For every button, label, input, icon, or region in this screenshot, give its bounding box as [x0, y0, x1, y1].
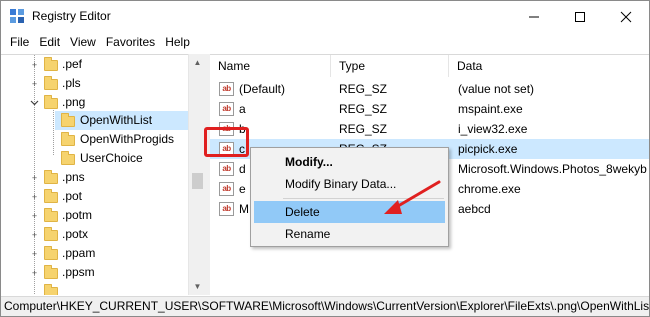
menu-file[interactable]: File [5, 32, 34, 52]
value-data: (value not set) [458, 82, 535, 96]
value-type: REG_SZ [339, 122, 388, 136]
folder-icon [44, 76, 58, 90]
string-value-icon: ab [219, 162, 234, 176]
tree-item-label: UserChoice [80, 151, 143, 165]
tree-item-label: .ppam [62, 246, 96, 260]
menu-bar: File Edit View Favorites Help [1, 32, 649, 52]
minimize-button[interactable] [511, 1, 557, 32]
expand-icon[interactable]: + [30, 211, 39, 221]
column-header-data[interactable]: Data [449, 55, 649, 77]
registry-editor-window: Registry Editor File Edit View Favorites… [0, 0, 650, 317]
tree-item-pot[interactable]: + .pot [1, 187, 189, 206]
tree-item-userchoice[interactable]: UserChoice [1, 149, 189, 168]
tree-item-ppam[interactable]: + .ppam [1, 244, 189, 263]
key-tree[interactable]: + .pef + .pls .png OpenWithList OpenWith… [1, 54, 205, 295]
folder-icon [44, 189, 58, 203]
column-header-type[interactable]: Type [331, 55, 449, 77]
tree-item-pef[interactable]: + .pef [1, 55, 189, 74]
tree-item-pns[interactable]: + .pns [1, 168, 189, 187]
tree-item-potm[interactable]: + .potm [1, 206, 189, 225]
folder-icon [44, 170, 58, 184]
expand-icon[interactable]: + [30, 268, 39, 278]
tree-item-potx[interactable]: + .potx [1, 225, 189, 244]
column-header-name[interactable]: Name [210, 55, 331, 77]
scroll-up-icon[interactable]: ▲ [189, 54, 206, 71]
table-row[interactable]: ab b REG_SZ i_view32.exe [210, 119, 649, 139]
string-value-icon: ab [219, 102, 234, 116]
folder-icon [61, 151, 75, 165]
value-data: mspaint.exe [458, 102, 523, 116]
window-title: Registry Editor [32, 9, 111, 23]
folder-icon [61, 132, 75, 146]
value-data: Microsoft.Windows.Photos_8wekyb [458, 162, 647, 176]
value-data: chrome.exe [458, 182, 521, 196]
menu-edit[interactable]: Edit [34, 32, 65, 52]
context-menu-rename[interactable]: Rename [254, 223, 445, 245]
registry-editor-icon [10, 9, 24, 23]
tree-item-label: .pns [62, 170, 85, 184]
context-menu-modify[interactable]: Modify... [254, 151, 445, 173]
tree-item-label: .pls [62, 76, 81, 90]
minimize-icon [529, 16, 539, 17]
table-row[interactable]: ab (Default) REG_SZ (value not set) [210, 79, 649, 99]
tree-item-pls[interactable]: + .pls [1, 74, 189, 93]
value-name: (Default) [239, 82, 286, 96]
string-value-icon: ab [219, 82, 234, 96]
tree-item-openwithlist[interactable]: OpenWithList [55, 111, 189, 130]
highlight-box [204, 127, 249, 157]
menu-favorites[interactable]: Favorites [101, 32, 160, 52]
value-data: picpick.exe [458, 142, 518, 156]
value-data: i_view32.exe [458, 122, 528, 136]
tree-item-label: .pef [62, 57, 83, 71]
annotation-arrow-icon [384, 180, 441, 214]
value-type: REG_SZ [339, 102, 388, 116]
folder-icon [44, 208, 58, 222]
folder-icon [44, 284, 58, 295]
folder-icon [44, 227, 58, 241]
tree-item-ppsm[interactable]: + .ppsm [1, 263, 189, 282]
folder-icon [44, 57, 58, 71]
tree-item-label: .pot [62, 189, 83, 203]
tree-item-png[interactable]: .png [1, 93, 189, 112]
folder-open-icon [44, 95, 58, 109]
title-bar[interactable]: Registry Editor [1, 1, 649, 32]
value-data: aebcd [458, 202, 491, 216]
value-type: REG_SZ [339, 82, 388, 96]
expand-icon[interactable]: + [30, 230, 39, 240]
scroll-down-icon[interactable]: ▼ [189, 278, 206, 295]
close-button[interactable] [603, 1, 649, 32]
maximize-icon [575, 11, 585, 22]
expand-icon[interactable]: + [30, 60, 39, 70]
tree-item-label: .png [62, 95, 86, 109]
tree-item-label: OpenWithProgids [80, 132, 175, 146]
tree-item-label: .potm [62, 208, 93, 222]
chevron-down-icon[interactable] [30, 98, 39, 107]
menu-view[interactable]: View [65, 32, 101, 52]
folder-icon [44, 246, 58, 260]
status-bar-path: Computer\HKEY_CURRENT_USER\SOFTWARE\Micr… [1, 296, 649, 316]
value-name: d [239, 162, 246, 176]
menu-help[interactable]: Help [160, 32, 195, 52]
tree-item-openwithprogids[interactable]: OpenWithProgids [1, 130, 189, 149]
folder-icon [61, 113, 75, 127]
maximize-button[interactable] [557, 1, 603, 32]
table-row[interactable]: ab a REG_SZ mspaint.exe [210, 99, 649, 119]
value-name: a [239, 102, 246, 116]
expand-icon[interactable]: + [30, 249, 39, 259]
tree-item-label: .potx [62, 227, 89, 241]
value-name: e [239, 182, 246, 196]
tree-scrollbar[interactable]: ▲ ▼ [188, 54, 205, 295]
close-icon [620, 11, 632, 22]
expand-icon[interactable]: + [30, 173, 39, 183]
string-value-icon: ab [219, 202, 234, 216]
scrollbar-thumb[interactable] [192, 173, 203, 189]
tree-item-label: OpenWithList [80, 113, 153, 127]
string-value-icon: ab [219, 182, 234, 196]
folder-icon [44, 265, 58, 279]
expand-icon[interactable]: + [30, 192, 39, 202]
tree-item-label: .ppsm [62, 265, 95, 279]
tree-item-partial[interactable] [1, 282, 189, 295]
expand-icon[interactable]: + [30, 79, 39, 89]
